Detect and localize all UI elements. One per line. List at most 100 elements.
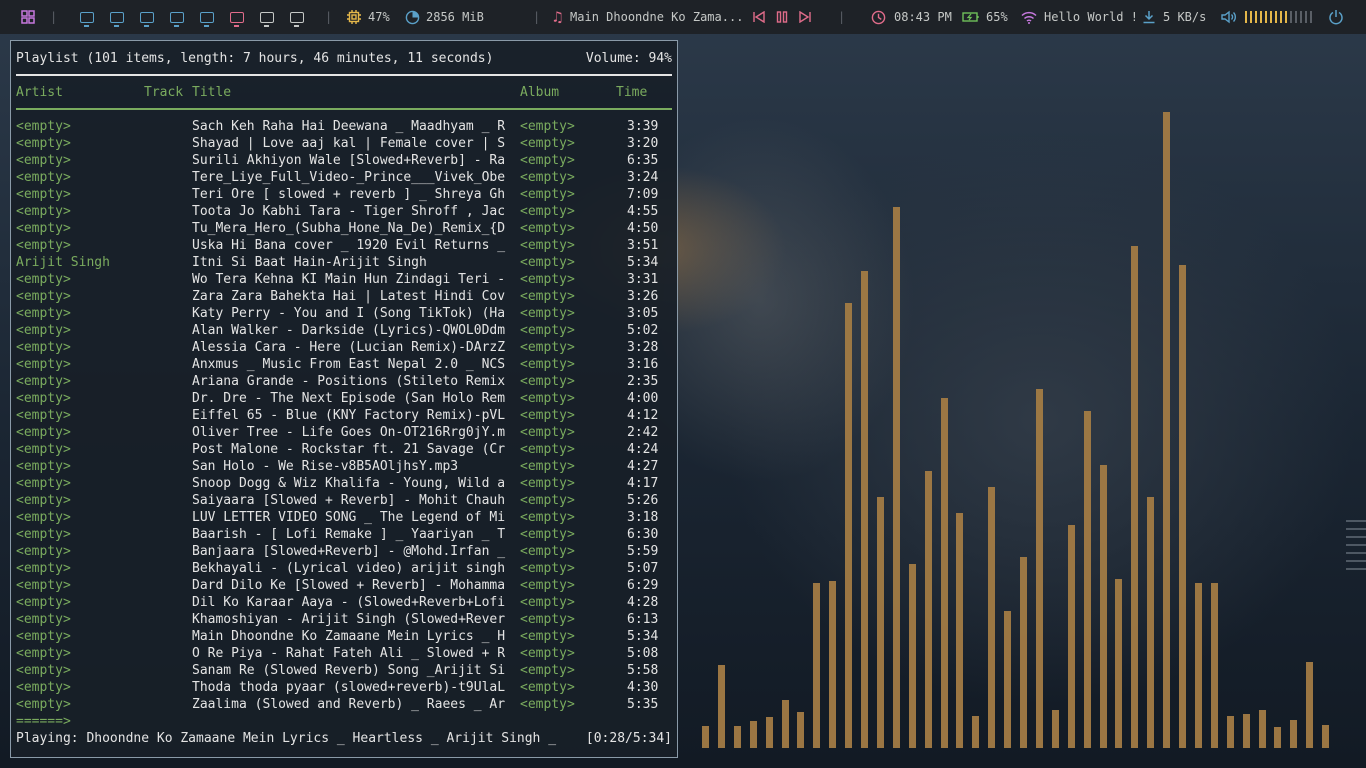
playlist-row[interactable]: Arijit Singh Itni Si Baat Hain-Arijit Sin… xyxy=(11,254,677,271)
row-album: <empty> xyxy=(520,544,575,559)
column-header-track[interactable]: Track xyxy=(144,84,183,101)
playlist-row[interactable]: <empty> O Re Piya - Rahat Fateh Ali _ Slo… xyxy=(11,645,677,662)
workspace-2-icon[interactable] xyxy=(110,11,124,27)
column-header-title[interactable]: Title xyxy=(192,84,231,101)
playlist-row[interactable]: <empty> Dr. Dre - The Next Episode (San H… xyxy=(11,390,677,407)
playlist-row[interactable]: <empty> Teri Ore [ slowed + reverb ] _ Sh… xyxy=(11,186,677,203)
playlist-row[interactable]: <empty> Sach Keh Raha Hai Deewana _ Maadh… xyxy=(11,118,677,135)
playlist-row[interactable]: <empty> Sanam Re (Slowed Reverb) Song _Ar… xyxy=(11,662,677,679)
workspace-7-icon[interactable] xyxy=(260,11,274,27)
playlist-row[interactable]: <empty> Saiyaara [Slowed + Reverb] - Mohi… xyxy=(11,492,677,509)
volume-widget[interactable] xyxy=(1221,0,1312,34)
volume-segment xyxy=(1265,11,1267,23)
now-playing-widget[interactable]: ♫ Main Dhoondne Ko Zama... xyxy=(553,0,743,34)
playlist-row[interactable]: <empty> Surili Akhiyon Wale [Slowed+Rever… xyxy=(11,152,677,169)
power-button[interactable] xyxy=(1328,0,1344,34)
previous-track-icon[interactable] xyxy=(752,11,766,23)
playlist-row[interactable]: <empty> Alessia Cara - Here (Lucian Remix… xyxy=(11,339,677,356)
playlist-row[interactable]: <empty> Tu_Mera_Hero_(Subha_Hone_Na_De)_R… xyxy=(11,220,677,237)
workspace-6-icon[interactable] xyxy=(230,11,244,27)
playlist-row[interactable]: <empty> Thoda thoda pyaar (slowed+reverb)… xyxy=(11,679,677,696)
visualizer-bar xyxy=(813,583,821,748)
progress-bar[interactable]: ======> xyxy=(16,713,71,730)
playlist-row[interactable]: <empty> Bekhayali - (Lyrical video) ariji… xyxy=(11,560,677,577)
visualizer-bar xyxy=(1035,389,1043,748)
row-title: Alessia Cara - Here (Lucian Remix)-DArzZ xyxy=(192,340,506,355)
playlist-row[interactable]: <empty> Ariana Grande - Positions (Stilet… xyxy=(11,373,677,390)
row-album: <empty> xyxy=(520,187,575,202)
playlist-row[interactable]: <empty> LUV LETTER VIDEO SONG _ The Legen… xyxy=(11,509,677,526)
row-time: 3:39 xyxy=(627,119,659,134)
column-header-artist[interactable]: Artist xyxy=(16,84,63,101)
playlist-row[interactable]: <empty> Baarish - [ Lofi Remake ] _ Yaari… xyxy=(11,526,677,543)
playlist-row[interactable]: <empty> Wo Tera Kehna KI Main Hun Zindagi… xyxy=(11,271,677,288)
media-controls xyxy=(752,0,812,34)
playlist-row[interactable]: <empty> Zara Zara Bahekta Hai | Latest Hi… xyxy=(11,288,677,305)
row-album: <empty> xyxy=(520,612,575,627)
playlist-row[interactable]: <empty> Toota Jo Kabhi Tara - Tiger Shrof… xyxy=(11,203,677,220)
volume-segment xyxy=(1295,11,1297,23)
playlist-row[interactable]: <empty> Snoop Dogg & Wiz Khalifa - Young,… xyxy=(11,475,677,492)
row-time: 6:29 xyxy=(627,578,659,593)
playlist-row[interactable]: <empty> Tere_Liye_Full_Video-_Prince___Vi… xyxy=(11,169,677,186)
visualizer-bar xyxy=(845,303,853,748)
pause-icon[interactable] xyxy=(776,11,788,23)
playlist-row[interactable]: <empty> Eiffel 65 - Blue (KNY Factory Rem… xyxy=(11,407,677,424)
row-time: 6:30 xyxy=(627,527,659,542)
playlist-row[interactable]: <empty> Dil Ko Karaar Aaya - (Slowed+Reve… xyxy=(11,594,677,611)
row-album: <empty> xyxy=(520,663,575,678)
playlist-row[interactable]: <empty> Anxmus _ Music From East Nepal 2.… xyxy=(11,356,677,373)
playlist-row[interactable]: <empty> Alan Walker - Darkside (Lyrics)-Q… xyxy=(11,322,677,339)
volume-level-bar[interactable] xyxy=(1245,11,1312,23)
row-album: <empty> xyxy=(520,323,575,338)
playlist-row[interactable]: <empty> Oliver Tree - Life Goes On-OT216R… xyxy=(11,424,677,441)
column-header-time[interactable]: Time xyxy=(616,84,647,101)
workspace-3-icon[interactable] xyxy=(140,11,154,27)
row-artist: <empty> xyxy=(16,323,71,338)
playlist-row[interactable]: <empty> Zaalima (Slowed and Reverb) _ Rae… xyxy=(11,696,677,713)
row-artist: <empty> xyxy=(16,357,71,372)
visualizer-bar xyxy=(1258,710,1266,748)
playlist-row[interactable]: <empty> Uska Hi Bana cover _ 1920 Evil Re… xyxy=(11,237,677,254)
playlist-row[interactable]: <empty> Post Malone - Rockstar ft. 21 Sav… xyxy=(11,441,677,458)
visualizer-bar xyxy=(908,564,916,748)
row-time: 3:18 xyxy=(627,510,659,525)
playlist-row[interactable]: <empty> San Holo - We Rise-v8B5AOljhsY.mp… xyxy=(11,458,677,475)
playlist-row[interactable]: <empty> Main Dhoondne Ko Zamaane Mein Lyr… xyxy=(11,628,677,645)
volume-segment xyxy=(1255,11,1257,23)
volume-indicator: Volume: 94% xyxy=(585,51,672,66)
visualizer-bar xyxy=(829,581,837,748)
playlist-row[interactable]: <empty> Shayad | Love aaj kal | Female co… xyxy=(11,135,677,152)
music-player-window[interactable]: Playlist (101 items, length: 7 hours, 46… xyxy=(10,40,678,758)
row-artist: <empty> xyxy=(16,289,71,304)
column-header-divider xyxy=(16,108,672,110)
workspace-1-icon[interactable] xyxy=(80,11,94,27)
row-album: <empty> xyxy=(520,510,575,525)
row-album: <empty> xyxy=(520,680,575,695)
row-title: San Holo - We Rise-v8B5AOljhsY.mp3 xyxy=(192,459,459,474)
wifi-widget[interactable]: Hello World ! xyxy=(1021,0,1138,34)
download-icon xyxy=(1143,11,1155,24)
row-artist: <empty> xyxy=(16,612,71,627)
playlist-row[interactable]: <empty> Banjaara [Slowed+Reverb] - @Mohd.… xyxy=(11,543,677,560)
row-title: Tu_Mera_Hero_(Subha_Hone_Na_De)_Remix_{D xyxy=(192,221,506,236)
memory-icon xyxy=(405,10,420,24)
app-menu-icon[interactable] xyxy=(21,0,35,34)
row-title: Banjaara [Slowed+Reverb] - @Mohd.Irfan _ xyxy=(192,544,506,559)
visualizer-bar xyxy=(797,712,805,748)
column-header-album[interactable]: Album xyxy=(520,84,559,101)
workspace-5-icon[interactable] xyxy=(200,11,214,27)
playlist-row[interactable]: <empty> Khamoshiyan - Arijit Singh (Slowe… xyxy=(11,611,677,628)
playlist-row[interactable]: <empty> Katy Perry - You and I (Song TikT… xyxy=(11,305,677,322)
workspace-4-icon[interactable] xyxy=(170,11,184,27)
workspace-8-icon[interactable] xyxy=(290,11,304,27)
row-title: Anxmus _ Music From East Nepal 2.0 _ NCS xyxy=(192,357,506,372)
row-artist: <empty> xyxy=(16,510,71,525)
visualizer-bar xyxy=(1020,557,1027,748)
workspace-list xyxy=(80,0,304,34)
next-track-icon[interactable] xyxy=(798,11,812,23)
power-icon xyxy=(1329,10,1343,25)
memory-usage: 2856 MiB xyxy=(426,10,484,24)
visualizer-bar xyxy=(1290,720,1298,748)
playlist-row[interactable]: <empty> Dard Dilo Ke [Slowed + Reverb] - … xyxy=(11,577,677,594)
